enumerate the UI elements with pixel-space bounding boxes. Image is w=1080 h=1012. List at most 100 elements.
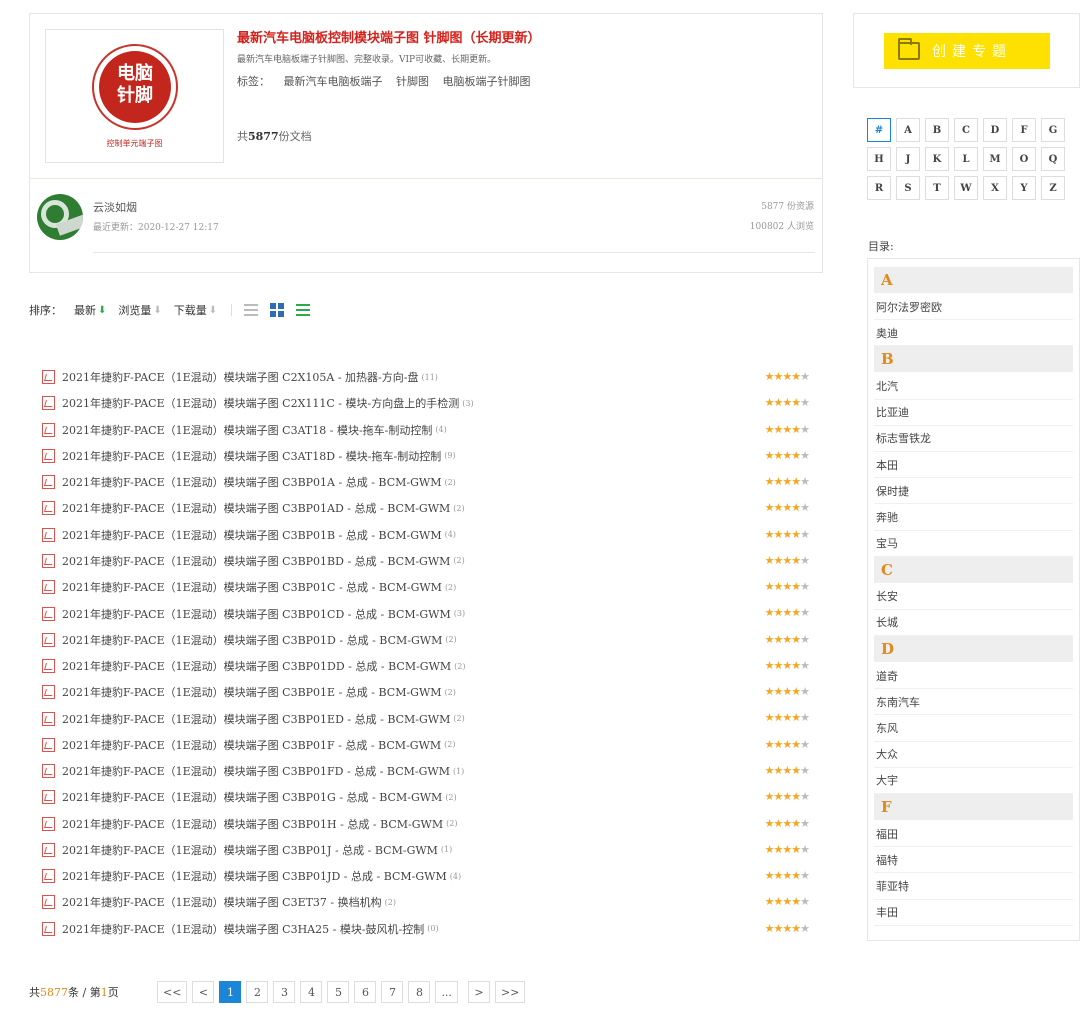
document-title[interactable]: 2021年捷豹F-PACE（1E混动）模块端子图 C3BP01JD - 总成 -… (62, 868, 447, 884)
document-title[interactable]: 2021年捷豹F-PACE（1E混动）模块端子图 C3BP01G - 总成 - … (62, 789, 442, 805)
toc-brand-link[interactable]: 保时捷 (874, 478, 1073, 505)
letter-filter-k[interactable]: K (925, 147, 949, 171)
letter-filter-t[interactable]: T (925, 176, 949, 200)
document-title[interactable]: 2021年捷豹F-PACE（1E混动）模块端子图 C3BP01A - 总成 - … (62, 474, 441, 490)
document-title[interactable]: 2021年捷豹F-PACE（1E混动）模块端子图 C3BP01FD - 总成 -… (62, 763, 450, 779)
document-title[interactable]: 2021年捷豹F-PACE（1E混动）模块端子图 C3HA25 - 模块-鼓风机… (62, 921, 424, 937)
document-row[interactable]: 2021年捷豹F-PACE（1E混动）模块端子图 C2X105A - 加热器-方… (42, 364, 812, 390)
document-row[interactable]: 2021年捷豹F-PACE（1E混动）模块端子图 C3BP01H - 总成 - … (42, 811, 812, 837)
document-title[interactable]: 2021年捷豹F-PACE（1E混动）模块端子图 C3AT18D - 模块-拖车… (62, 448, 441, 464)
letter-filter-all[interactable]: # (867, 118, 891, 142)
document-row[interactable]: 2021年捷豹F-PACE（1E混动）模块端子图 C3BP01ED - 总成 -… (42, 705, 812, 731)
tag-link[interactable]: 针脚图 (396, 75, 429, 88)
last-page-button[interactable]: >> (494, 981, 526, 1003)
document-row[interactable]: 2021年捷豹F-PACE（1E混动）模块端子图 C3BP01F - 总成 - … (42, 732, 812, 758)
document-title[interactable]: 2021年捷豹F-PACE（1E混动）模块端子图 C3BP01ED - 总成 -… (62, 711, 450, 727)
toc-brand-link[interactable]: 阿尔法罗密欧 (874, 294, 1073, 321)
letter-filter-a[interactable]: A (896, 118, 920, 142)
document-row[interactable]: 2021年捷豹F-PACE（1E混动）模块端子图 C3BP01JD - 总成 -… (42, 863, 812, 889)
page-button[interactable]: 6 (354, 981, 377, 1003)
letter-filter-o[interactable]: O (1012, 147, 1036, 171)
first-page-button[interactable]: << (157, 981, 188, 1003)
page-button[interactable]: 8 (408, 981, 431, 1003)
page-button[interactable]: 7 (381, 981, 404, 1003)
page-button[interactable]: 3 (273, 981, 296, 1003)
letter-filter-j[interactable]: J (896, 147, 920, 171)
toc-brand-link[interactable]: 宝马 (874, 531, 1073, 557)
document-title[interactable]: 2021年捷豹F-PACE（1E混动）模块端子图 C3BP01DD - 总成 -… (62, 658, 451, 674)
list-view-icon[interactable] (244, 303, 259, 317)
toc-brand-link[interactable]: 长安 (874, 584, 1073, 610)
toc-brand-link[interactable]: 奥迪 (874, 320, 1073, 347)
toc-brand-link[interactable]: 北汽 (874, 373, 1073, 400)
create-topic-button[interactable]: 创建专题 (884, 33, 1050, 69)
letter-filter-b[interactable]: B (925, 118, 949, 142)
letter-filter-y[interactable]: Y (1012, 176, 1036, 200)
toc-brand-link[interactable]: 大宇 (874, 768, 1073, 794)
toc-brand-link[interactable]: 福田 (874, 821, 1073, 848)
letter-filter-z[interactable]: Z (1041, 176, 1065, 200)
sort-views[interactable]: 浏览量 ⬇ (118, 302, 161, 318)
document-row[interactable]: 2021年捷豹F-PACE（1E混动）模块端子图 C3BP01C - 总成 - … (42, 574, 812, 600)
document-title[interactable]: 2021年捷豹F-PACE（1E混动）模块端子图 C2X105A - 加热器-方… (62, 369, 418, 385)
page-button[interactable]: 4 (300, 981, 323, 1003)
toc-brand-link[interactable]: 长城 (874, 610, 1073, 637)
document-row[interactable]: 2021年捷豹F-PACE（1E混动）模块端子图 C3BP01BD - 总成 -… (42, 548, 812, 574)
document-title[interactable]: 2021年捷豹F-PACE（1E混动）模块端子图 C3BP01J - 总成 - … (62, 842, 438, 858)
document-row[interactable]: 2021年捷豹F-PACE（1E混动）模块端子图 C3BP01AD - 总成 -… (42, 495, 812, 521)
document-title[interactable]: 2021年捷豹F-PACE（1E混动）模块端子图 C3BP01CD - 总成 -… (62, 606, 451, 622)
document-title[interactable]: 2021年捷豹F-PACE（1E混动）模块端子图 C3BP01AD - 总成 -… (62, 500, 450, 516)
document-title[interactable]: 2021年捷豹F-PACE（1E混动）模块端子图 C3BP01D - 总成 - … (62, 632, 442, 648)
document-row[interactable]: 2021年捷豹F-PACE（1E混动）模块端子图 C3BP01CD - 总成 -… (42, 600, 812, 626)
toc-brand-link[interactable]: 大众 (874, 742, 1073, 768)
toc-brand-link[interactable]: 道奇 (874, 663, 1073, 690)
document-row[interactable]: 2021年捷豹F-PACE（1E混动）模块端子图 C3BP01D - 总成 - … (42, 627, 812, 653)
toc-brand-link[interactable]: 东南汽车 (874, 689, 1073, 716)
document-row[interactable]: 2021年捷豹F-PACE（1E混动）模块端子图 C3BP01FD - 总成 -… (42, 758, 812, 784)
document-title[interactable]: 2021年捷豹F-PACE（1E混动）模块端子图 C3BP01BD - 总成 -… (62, 553, 450, 569)
document-row[interactable]: 2021年捷豹F-PACE（1E混动）模块端子图 C3AT18D - 模块-拖车… (42, 443, 812, 469)
document-row[interactable]: 2021年捷豹F-PACE（1E混动）模块端子图 C3BP01J - 总成 - … (42, 837, 812, 863)
author-name[interactable]: 云淡如烟 (93, 199, 137, 215)
next-page-button[interactable]: > (467, 981, 490, 1003)
page-button-current[interactable]: 1 (219, 981, 242, 1003)
document-title[interactable]: 2021年捷豹F-PACE（1E混动）模块端子图 C3BP01C - 总成 - … (62, 579, 442, 595)
document-row[interactable]: 2021年捷豹F-PACE（1E混动）模块端子图 C3BP01A - 总成 - … (42, 469, 812, 495)
letter-filter-m[interactable]: M (983, 147, 1007, 171)
author-avatar[interactable] (37, 194, 83, 240)
prev-page-button[interactable]: < (192, 981, 215, 1003)
letter-filter-r[interactable]: R (867, 176, 891, 200)
letter-filter-g[interactable]: G (1041, 118, 1065, 142)
page-button[interactable]: 2 (246, 981, 269, 1003)
letter-filter-f[interactable]: F (1012, 118, 1036, 142)
letter-filter-l[interactable]: L (954, 147, 978, 171)
toc-brand-link[interactable]: 标志雪铁龙 (874, 426, 1073, 452)
letter-filter-q[interactable]: Q (1041, 147, 1065, 171)
document-row[interactable]: 2021年捷豹F-PACE（1E混动）模块端子图 C3HA25 - 模块-鼓风机… (42, 916, 812, 942)
tag-link[interactable]: 电脑板端子针脚图 (443, 75, 531, 88)
document-title[interactable]: 2021年捷豹F-PACE（1E混动）模块端子图 C3AT18 - 模块-拖车-… (62, 422, 432, 438)
document-row[interactable]: 2021年捷豹F-PACE（1E混动）模块端子图 C3BP01B - 总成 - … (42, 522, 812, 548)
toc-brand-link[interactable]: 本田 (874, 452, 1073, 479)
document-row[interactable]: 2021年捷豹F-PACE（1E混动）模块端子图 C3AT18 - 模块-拖车-… (42, 417, 812, 443)
letter-filter-x[interactable]: X (983, 176, 1007, 200)
document-title[interactable]: 2021年捷豹F-PACE（1E混动）模块端子图 C2X111C - 模块-方向… (62, 395, 459, 411)
toc-brand-link[interactable]: 东风 (874, 715, 1073, 742)
document-row[interactable]: 2021年捷豹F-PACE（1E混动）模块端子图 C2X111C - 模块-方向… (42, 390, 812, 416)
grid-view-icon[interactable] (270, 303, 285, 317)
letter-filter-h[interactable]: H (867, 147, 891, 171)
toc-brand-link[interactable]: 菲亚特 (874, 873, 1073, 900)
page-button[interactable]: 5 (327, 981, 350, 1003)
letter-filter-c[interactable]: C (954, 118, 978, 142)
tag-link[interactable]: 最新汽车电脑板端子 (284, 75, 383, 88)
document-title[interactable]: 2021年捷豹F-PACE（1E混动）模块端子图 C3ET37 - 换档机构 (62, 894, 382, 910)
document-title[interactable]: 2021年捷豹F-PACE（1E混动）模块端子图 C3BP01E - 总成 - … (62, 684, 442, 700)
document-row[interactable]: 2021年捷豹F-PACE（1E混动）模块端子图 C3BP01G - 总成 - … (42, 784, 812, 810)
toc-brand-link[interactable]: 福特 (874, 847, 1073, 874)
letter-filter-s[interactable]: S (896, 176, 920, 200)
document-row[interactable]: 2021年捷豹F-PACE（1E混动）模块端子图 C3BP01DD - 总成 -… (42, 653, 812, 679)
topic-title[interactable]: 最新汽车电脑板控制模块端子图 针脚图（长期更新） (237, 27, 541, 46)
document-title[interactable]: 2021年捷豹F-PACE（1E混动）模块端子图 C3BP01F - 总成 - … (62, 737, 441, 753)
document-row[interactable]: 2021年捷豹F-PACE（1E混动）模块端子图 C3BP01E - 总成 - … (42, 679, 812, 705)
document-title[interactable]: 2021年捷豹F-PACE（1E混动）模块端子图 C3BP01B - 总成 - … (62, 527, 442, 543)
